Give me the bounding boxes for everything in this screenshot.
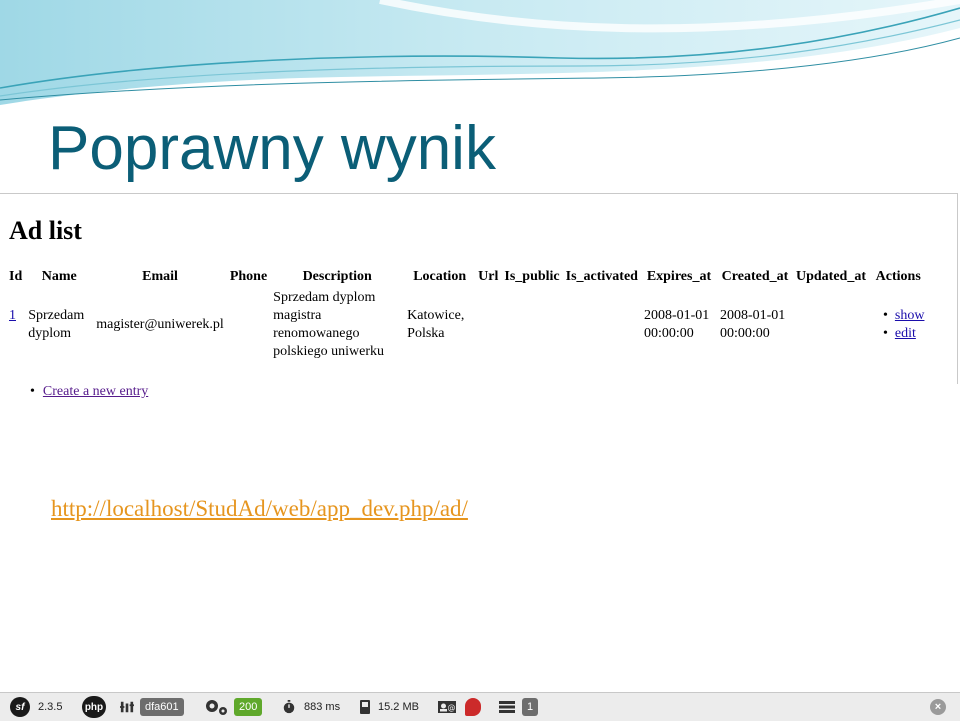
app-url-link[interactable]: http://localhost/StudAd/web/app_dev.php/… <box>51 496 468 522</box>
create-entry-link[interactable]: Create a new entry <box>43 384 148 399</box>
cell-location: Katowice, Polska <box>407 308 465 341</box>
actions-list: show edit <box>883 307 925 343</box>
status-code-badge: 200 <box>234 698 263 716</box>
cell-expires-at: 2008-01-01 00:00:00 <box>643 308 710 341</box>
cell-email: magister@uniwerek.pl <box>96 317 224 332</box>
php-section[interactable]: php <box>82 696 106 718</box>
cell-created-at: 2008-01-01 00:00:00 <box>719 308 786 341</box>
column-header: Name <box>41 269 77 284</box>
token-badge: dfa601 <box>140 698 184 716</box>
security-section[interactable]: @ <box>437 697 457 717</box>
memory-usage: 15.2 MB <box>378 701 419 713</box>
edit-link[interactable]: edit <box>895 326 916 341</box>
cell-description: Sprzedam dyplom magistra renomowanego po… <box>273 290 384 359</box>
column-header: Id <box>9 269 23 284</box>
show-link[interactable]: show <box>895 308 925 323</box>
table-header-row: Id Name Email Phone Description Location… <box>6 267 927 287</box>
action-item: show <box>883 307 925 325</box>
column-header: Is_public <box>504 269 560 284</box>
column-header: Phone <box>229 269 268 284</box>
cell-is-public <box>501 287 562 363</box>
slide-title: Poprawny wynik <box>48 114 496 183</box>
column-header: Email <box>142 269 178 284</box>
column-header: Expires_at <box>646 269 712 284</box>
request-time: 883 ms <box>304 701 341 713</box>
action-item: edit <box>883 325 924 343</box>
request-section[interactable]: 200 <box>204 697 263 717</box>
db-queries-badge: 1 <box>522 698 539 716</box>
column-header: Created_at <box>721 269 789 284</box>
create-entry-item: • Create a new entry <box>30 384 148 400</box>
column-header: Url <box>478 269 499 284</box>
ad-table: Id Name Email Phone Description Location… <box>6 267 927 363</box>
column-header: Location <box>413 269 467 284</box>
settings-bars-icon <box>120 701 134 713</box>
config-section[interactable]: dfa601 <box>120 697 184 717</box>
cell-name: Sprzedam dyplom <box>28 308 85 341</box>
red-status-icon <box>465 698 481 716</box>
logs-section[interactable] <box>465 697 481 717</box>
cell-url <box>475 287 501 363</box>
close-icon[interactable]: × <box>930 699 946 715</box>
database-stack-icon <box>499 701 515 713</box>
bullet-icon: • <box>30 384 35 399</box>
column-header: Actions <box>875 269 921 284</box>
svg-text:@: @ <box>448 703 456 712</box>
page-title: Ad list <box>9 216 82 245</box>
symfony-logo-section[interactable]: sf 2.3.5 <box>10 697 62 717</box>
toolbar-close-section[interactable]: × <box>930 697 946 717</box>
symfony-debug-toolbar: sf 2.3.5 php dfa601 200 883 ms 15.2 MB @ <box>0 692 960 721</box>
database-section[interactable]: 1 <box>498 697 539 717</box>
symfony-version: 2.3.5 <box>38 701 63 713</box>
stopwatch-icon <box>283 700 295 714</box>
cell-phone <box>227 287 270 363</box>
decorative-wave <box>0 0 960 120</box>
symfony-logo-icon: sf <box>10 697 30 717</box>
cell-actions: show edit <box>869 287 927 363</box>
memory-icon <box>360 700 370 714</box>
row-id-link[interactable]: 1 <box>9 308 16 323</box>
cell-is-activated <box>563 287 641 363</box>
column-header: Is_activated <box>565 269 638 284</box>
memory-section[interactable]: 15.2 MB <box>358 697 419 717</box>
timer-section[interactable]: 883 ms <box>282 697 340 717</box>
user-card-icon: @ <box>438 701 456 713</box>
column-header: Updated_at <box>795 269 866 284</box>
php-logo-icon: php <box>82 696 106 718</box>
browser-viewport: Ad list Id Name Email Phone Description … <box>0 193 958 399</box>
table-row: 1 Sprzedam dyplom magister@uniwerek.pl S… <box>6 287 927 363</box>
column-header: Description <box>302 269 372 284</box>
cell-updated-at <box>793 287 869 363</box>
gears-icon <box>206 700 227 715</box>
